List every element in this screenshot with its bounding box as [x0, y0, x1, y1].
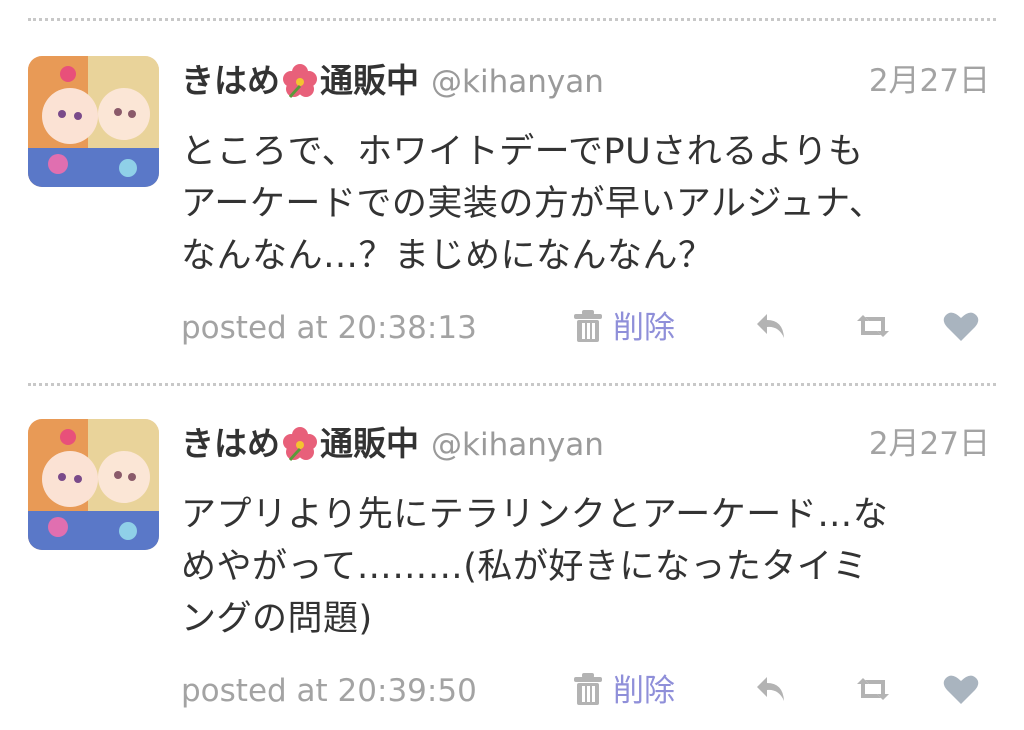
- hibiscus-icon: [282, 64, 318, 110]
- favorite-button[interactable]: [941, 310, 981, 346]
- retweet-icon: [855, 676, 891, 706]
- reply-button[interactable]: [751, 673, 791, 709]
- avatar[interactable]: [28, 56, 159, 187]
- posted-time: posted at 20:38:13: [181, 310, 477, 346]
- heart-icon: [943, 673, 979, 709]
- reply-icon: [755, 312, 787, 344]
- tweet-date[interactable]: 2月27日: [869, 421, 990, 467]
- reply-button[interactable]: [751, 310, 791, 346]
- user-name[interactable]: きはめ 通販中 @kihanyan: [181, 58, 604, 110]
- tweet-text: ところで、ホワイトデーでPUされるよりも アーケードでの実装の方が早いアルジュナ…: [181, 132, 885, 276]
- tweet-header: きはめ 通販中 @kihanyan 2月27日: [181, 58, 996, 108]
- tweet-date[interactable]: 2月27日: [869, 58, 990, 104]
- tweet-text: アプリより先にテラリンクとアーケード…な めやがって………(私が好きになったタイ…: [181, 495, 889, 639]
- trash-icon: [573, 309, 603, 347]
- user-name-part2: 通販中: [320, 424, 419, 463]
- tweet-item: きはめ 通販中 @kihanyan 2月27日 ところで、ホワイトデーでPUされるよ…: [0, 56, 1024, 356]
- retweet-button[interactable]: [853, 310, 893, 346]
- user-name-part1: きはめ: [181, 61, 280, 100]
- delete-label: 削除: [613, 673, 675, 709]
- hibiscus-icon: [282, 427, 318, 473]
- favorite-button[interactable]: [941, 673, 981, 709]
- tweet-footer: posted at 20:38:13 削除: [181, 304, 996, 354]
- user-name[interactable]: きはめ 通販中 @kihanyan: [181, 421, 604, 473]
- delete-button[interactable]: 削除: [573, 667, 675, 715]
- tweet-item: きはめ 通販中 @kihanyan 2月27日 アプリより先にテラリンクとアーケード…: [0, 419, 1024, 719]
- heart-icon: [943, 310, 979, 346]
- tweet-header: きはめ 通販中 @kihanyan 2月27日: [181, 421, 996, 471]
- delete-label: 削除: [613, 310, 675, 346]
- posted-time: posted at 20:39:50: [181, 673, 477, 709]
- user-handle[interactable]: @kihanyan: [431, 64, 604, 100]
- retweet-button[interactable]: [853, 673, 893, 709]
- tweet-footer: posted at 20:39:50 削除: [181, 667, 996, 717]
- trash-icon: [573, 672, 603, 710]
- user-handle[interactable]: @kihanyan: [431, 427, 604, 463]
- tweet-divider: [28, 18, 996, 21]
- user-name-part2: 通販中: [320, 61, 419, 100]
- tweet-divider: [28, 383, 996, 386]
- reply-icon: [755, 675, 787, 707]
- avatar[interactable]: [28, 419, 159, 550]
- delete-button[interactable]: 削除: [573, 304, 675, 352]
- retweet-icon: [855, 313, 891, 343]
- user-name-part1: きはめ: [181, 424, 280, 463]
